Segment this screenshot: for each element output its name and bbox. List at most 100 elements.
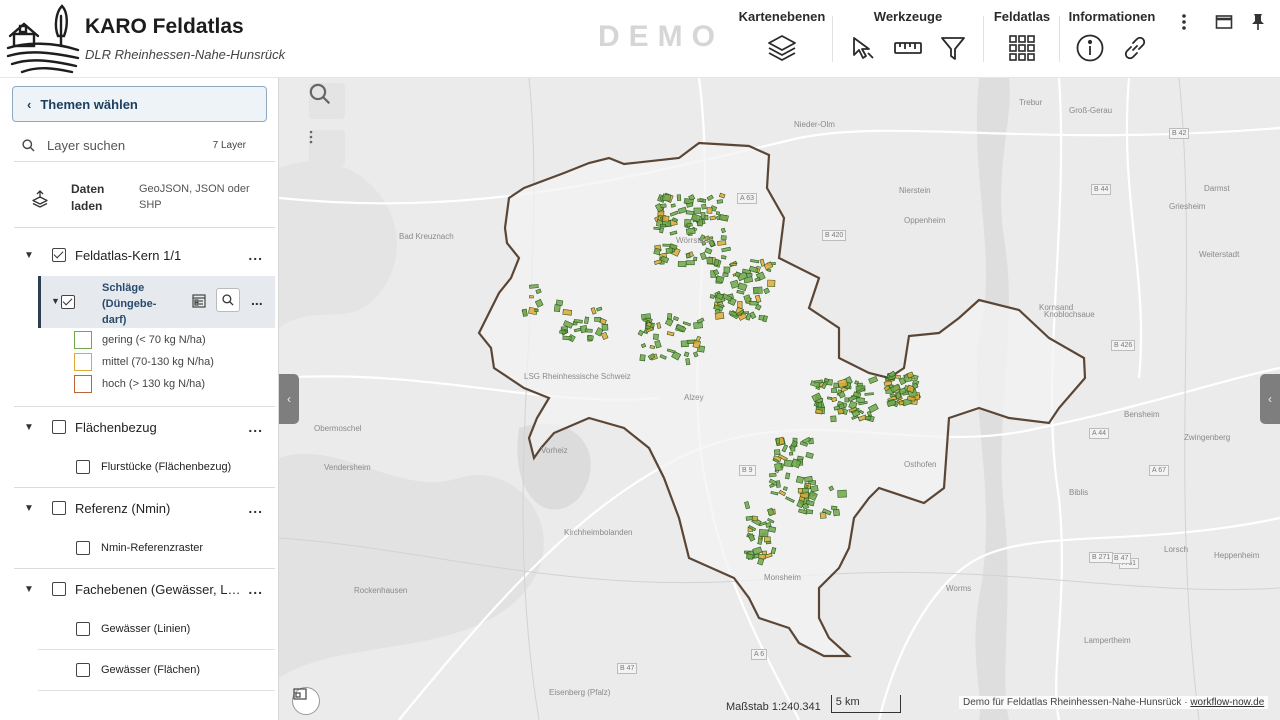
field-parcel[interactable] xyxy=(704,214,709,221)
field-parcel[interactable] xyxy=(670,203,676,208)
field-parcel[interactable] xyxy=(758,529,769,538)
field-parcel[interactable] xyxy=(720,255,727,260)
field-parcel[interactable] xyxy=(640,313,652,320)
field-parcel[interactable] xyxy=(601,323,609,331)
field-parcel[interactable] xyxy=(653,247,661,256)
field-parcel[interactable] xyxy=(767,279,776,288)
group-checkbox-feldatlas-kern[interactable] xyxy=(52,248,66,262)
field-parcel[interactable] xyxy=(723,266,731,273)
field-parcel[interactable] xyxy=(701,203,707,210)
ruler-icon[interactable] xyxy=(892,32,924,64)
collapse-sidebar-button[interactable]: ‹ xyxy=(279,374,299,424)
pin-icon[interactable] xyxy=(1246,10,1270,34)
map-legend-button[interactable] xyxy=(292,687,320,715)
field-parcel[interactable] xyxy=(751,515,759,522)
attribution-link[interactable]: workflow-now.de xyxy=(1190,697,1264,708)
field-parcel[interactable] xyxy=(795,475,805,484)
field-parcel[interactable] xyxy=(805,509,814,515)
field-parcel[interactable] xyxy=(693,256,698,262)
layers-icon[interactable] xyxy=(766,32,798,64)
window-icon[interactable] xyxy=(1212,10,1236,34)
field-parcel[interactable] xyxy=(662,193,672,202)
field-parcel[interactable] xyxy=(745,553,754,560)
field-parcel[interactable] xyxy=(683,351,690,358)
layer-checkbox-gewaesser-linien[interactable] xyxy=(76,622,90,636)
field-parcel[interactable] xyxy=(709,294,715,299)
field-parcel[interactable] xyxy=(810,485,819,493)
field-parcel[interactable] xyxy=(587,334,594,341)
field-parcel[interactable] xyxy=(832,508,841,517)
layer-checkbox-gewaesser-flaechen[interactable] xyxy=(76,663,90,677)
collapse-triangle-icon[interactable]: ▼ xyxy=(24,422,36,433)
field-parcel[interactable] xyxy=(864,416,872,421)
field-parcel[interactable] xyxy=(583,316,590,325)
field-parcel[interactable] xyxy=(715,211,721,216)
group-checkbox-referenz[interactable] xyxy=(52,501,66,515)
field-parcel[interactable] xyxy=(831,396,838,403)
layer-checkbox-schlaege[interactable] xyxy=(61,295,75,309)
field-parcel[interactable] xyxy=(768,526,777,533)
field-parcel[interactable] xyxy=(775,437,780,445)
field-parcel[interactable] xyxy=(837,489,847,498)
zoom-to-layer-button[interactable] xyxy=(216,288,240,312)
field-parcel[interactable] xyxy=(844,397,849,403)
field-parcel[interactable] xyxy=(730,262,737,266)
collapse-triangle-icon[interactable]: ▼ xyxy=(24,250,36,261)
collapse-triangle-icon[interactable]: ▼ xyxy=(24,584,36,595)
field-parcel[interactable] xyxy=(555,299,564,307)
map-more-button[interactable] xyxy=(309,130,345,166)
group-menu-button[interactable]: ... xyxy=(248,419,263,435)
field-parcel[interactable] xyxy=(758,553,766,560)
field-parcel[interactable] xyxy=(662,215,670,223)
field-parcel[interactable] xyxy=(697,198,704,202)
layer-menu-button[interactable]: ... xyxy=(251,292,263,308)
field-parcel[interactable] xyxy=(559,330,567,334)
field-parcel[interactable] xyxy=(784,472,791,480)
collapse-triangle-icon[interactable]: ▼ xyxy=(24,503,36,514)
field-parcel[interactable] xyxy=(562,335,572,341)
grid-icon[interactable] xyxy=(1006,32,1038,64)
field-parcel[interactable] xyxy=(817,401,823,408)
field-parcel[interactable] xyxy=(720,235,727,240)
field-parcel[interactable] xyxy=(789,451,794,456)
field-parcel[interactable] xyxy=(685,358,691,366)
more-vertical-icon[interactable] xyxy=(1172,10,1196,34)
layer-checkbox-nmin[interactable] xyxy=(76,541,90,555)
field-parcel[interactable] xyxy=(594,317,601,322)
field-parcel[interactable] xyxy=(797,487,803,494)
group-menu-button[interactable]: ... xyxy=(248,581,263,597)
load-data-row[interactable]: Daten laden GeoJSON, JSON oder SHP xyxy=(14,174,275,228)
link-icon[interactable] xyxy=(1119,32,1151,64)
field-parcel[interactable] xyxy=(685,227,696,235)
collapse-triangle-icon[interactable]: ▼ xyxy=(51,296,60,306)
field-parcel[interactable] xyxy=(826,396,833,400)
field-parcel[interactable] xyxy=(677,261,687,268)
field-parcel[interactable] xyxy=(573,319,583,324)
field-parcel[interactable] xyxy=(714,311,725,320)
field-parcel[interactable] xyxy=(659,227,664,234)
field-parcel[interactable] xyxy=(529,295,534,299)
field-parcel[interactable] xyxy=(830,505,838,511)
field-parcel[interactable] xyxy=(709,215,716,221)
field-parcel[interactable] xyxy=(831,387,838,393)
field-parcel[interactable] xyxy=(685,260,695,266)
field-parcel[interactable] xyxy=(584,328,593,333)
field-parcel[interactable] xyxy=(534,309,539,312)
field-parcel[interactable] xyxy=(745,515,753,521)
field-parcel[interactable] xyxy=(773,449,781,456)
field-parcel[interactable] xyxy=(833,382,840,389)
field-parcel[interactable] xyxy=(553,304,561,313)
legend-toggle-icon[interactable] xyxy=(192,294,206,313)
field-parcel[interactable] xyxy=(765,540,772,545)
field-parcel[interactable] xyxy=(653,226,661,231)
map-view[interactable]: Nieder-Olm Trebur Groß-Gerau Nierstein Oppen… xyxy=(279,78,1280,720)
choose-topics-button[interactable]: ‹ Themen wählen xyxy=(12,86,267,122)
field-parcel[interactable] xyxy=(676,194,682,201)
info-icon[interactable] xyxy=(1074,32,1106,64)
field-parcel[interactable] xyxy=(522,308,528,317)
map-search-button[interactable] xyxy=(309,83,345,119)
field-parcel[interactable] xyxy=(837,408,844,415)
field-parcel[interactable] xyxy=(819,512,827,519)
field-parcel[interactable] xyxy=(830,415,837,423)
field-parcel[interactable] xyxy=(775,480,781,488)
